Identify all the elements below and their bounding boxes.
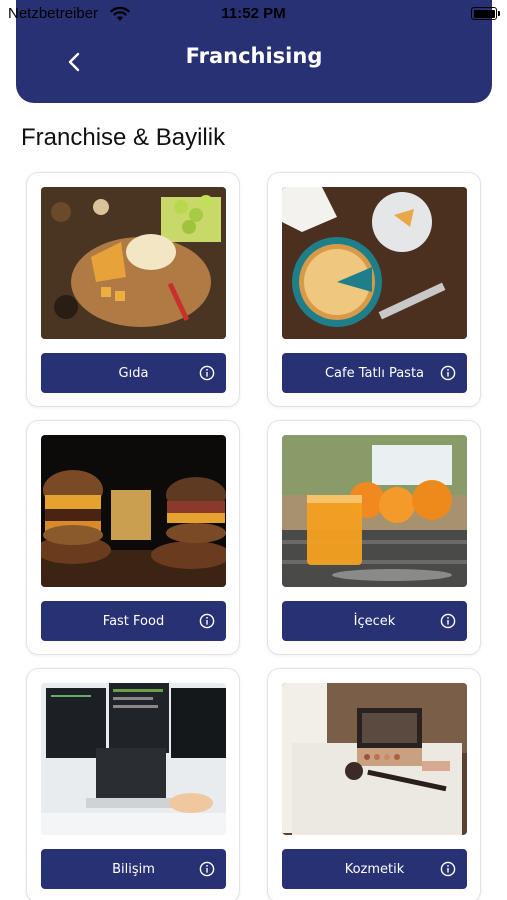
category-label: Kozmetik [344,861,405,877]
category-card[interactable]: Bilişim [26,668,240,900]
info-icon[interactable] [440,861,456,877]
category-card[interactable]: Gıda [26,172,240,407]
category-button-gida[interactable]: Gıda [41,353,226,393]
category-card[interactable]: Fast Food [26,420,240,655]
category-button-fast-food[interactable]: Fast Food [41,601,226,641]
category-image [282,683,467,835]
category-image [282,435,467,587]
category-card[interactable]: İçecek [267,420,481,655]
category-label: İçecek [353,613,396,629]
battery-icon [471,7,500,20]
category-image [282,187,467,339]
section-title: Franchise & Bayilik [21,124,226,151]
info-icon[interactable] [199,613,215,629]
category-label: Gıda [118,365,149,381]
category-card[interactable]: Kozmetik [267,668,481,900]
status-bar: Netzbetreiber 11:52 PM [0,0,507,28]
category-image [41,435,226,587]
category-button-kozmetik[interactable]: Kozmetik [282,849,467,889]
status-time: 11:52 PM [221,5,286,22]
category-card[interactable]: Cafe Tatlı Pasta [267,172,481,407]
category-label: Fast Food [102,613,165,629]
info-icon[interactable] [440,613,456,629]
info-icon[interactable] [199,861,215,877]
category-button-icecek[interactable]: İçecek [282,601,467,641]
info-icon[interactable] [440,365,456,381]
info-icon[interactable] [199,365,215,381]
page-title: Franchising [185,44,323,68]
category-button-cafe[interactable]: Cafe Tatlı Pasta [282,353,467,393]
category-button-bilisim[interactable]: Bilişim [41,849,226,889]
category-label: Cafe Tatlı Pasta [324,365,425,381]
category-label: Bilişim [112,861,155,877]
category-image [41,187,226,339]
category-image [41,683,226,835]
